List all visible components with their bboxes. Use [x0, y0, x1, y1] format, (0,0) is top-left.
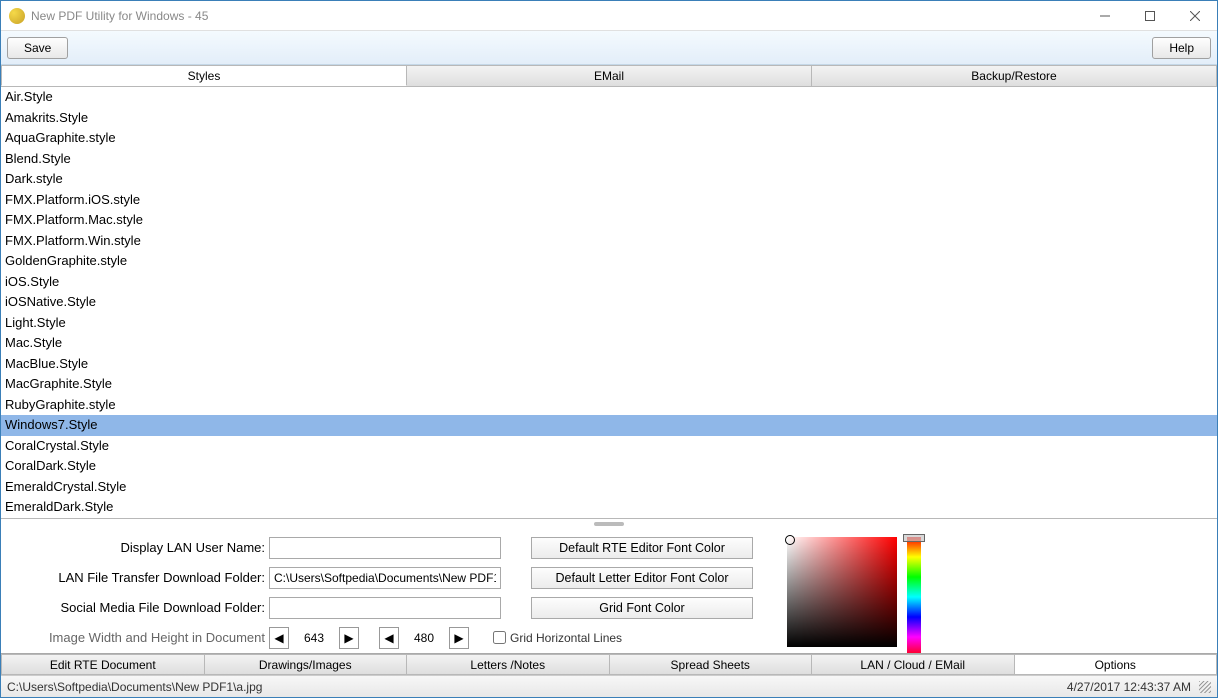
lan-folder-label: LAN File Transfer Download Folder: [7, 570, 269, 585]
image-dim-label: Image Width and Height in Document [7, 630, 269, 645]
height-increment[interactable]: ▶ [449, 627, 469, 649]
status-bar: C:\Users\Softpedia\Documents\New PDF1\a.… [1, 675, 1217, 697]
width-decrement[interactable]: ◀ [269, 627, 289, 649]
close-button[interactable] [1172, 1, 1217, 30]
style-row[interactable]: Air.Style [1, 87, 1217, 108]
style-row[interactable]: AquaGraphite.style [1, 128, 1217, 149]
width-stepper[interactable]: ◀ 643 ▶ [269, 627, 359, 649]
style-row[interactable]: Light.Style [1, 313, 1217, 334]
style-row[interactable]: Windows7.Style [1, 415, 1217, 436]
height-decrement[interactable]: ◀ [379, 627, 399, 649]
maximize-button[interactable] [1127, 1, 1172, 30]
tab-lan-cloud-email[interactable]: LAN / Cloud / EMail [812, 654, 1015, 675]
tab-email[interactable]: EMail [407, 65, 812, 86]
status-datetime: 4/27/2017 12:43:37 AM [1067, 680, 1191, 694]
style-row[interactable]: CoralCrystal.Style [1, 436, 1217, 457]
style-row[interactable]: FMX.Platform.iOS.style [1, 190, 1217, 211]
tab-letters-notes[interactable]: Letters /Notes [407, 654, 610, 675]
horizontal-splitter[interactable] [1, 519, 1217, 529]
width-value: 643 [289, 631, 339, 645]
letter-font-color-button[interactable]: Default Letter Editor Font Color [531, 567, 753, 589]
style-row[interactable]: MacBlue.Style [1, 354, 1217, 375]
style-row[interactable]: CoralDark.Style [1, 456, 1217, 477]
style-row[interactable]: Mac.Style [1, 333, 1217, 354]
style-row[interactable]: Blend.Style [1, 149, 1217, 170]
tab-options[interactable]: Options [1015, 654, 1218, 675]
color-hue-slider[interactable] [907, 537, 921, 654]
tab-spread-sheets[interactable]: Spread Sheets [610, 654, 813, 675]
window-title: New PDF Utility for Windows - 45 [31, 9, 1082, 23]
minimize-button[interactable] [1082, 1, 1127, 30]
color-picker[interactable] [787, 537, 947, 654]
grid-lines-checkbox[interactable] [493, 631, 506, 644]
hue-marker-icon [903, 534, 925, 542]
social-folder-label: Social Media File Download Folder: [7, 600, 269, 615]
style-row[interactable]: GoldenGraphite.style [1, 251, 1217, 272]
grid-lines-label: Grid Horizontal Lines [510, 631, 622, 645]
titlebar: New PDF Utility for Windows - 45 [1, 1, 1217, 31]
tab-drawings-images[interactable]: Drawings/Images [205, 654, 408, 675]
style-row[interactable]: iOS.Style [1, 272, 1217, 293]
width-increment[interactable]: ▶ [339, 627, 359, 649]
style-row[interactable]: RubyGraphite.style [1, 395, 1217, 416]
rte-font-color-button[interactable]: Default RTE Editor Font Color [531, 537, 753, 559]
lan-user-input[interactable] [269, 537, 501, 559]
save-button[interactable]: Save [7, 37, 68, 59]
main-toolbar: Save Help [1, 31, 1217, 65]
resize-grip-icon[interactable] [1199, 681, 1211, 693]
lan-folder-input[interactable] [269, 567, 501, 589]
tab-edit-rte[interactable]: Edit RTE Document [1, 654, 205, 675]
style-row[interactable]: MacGraphite.Style [1, 374, 1217, 395]
social-folder-input[interactable] [269, 597, 501, 619]
styles-list-container: Air.StyleAmakrits.StyleAquaGraphite.styl… [1, 87, 1217, 519]
help-button[interactable]: Help [1152, 37, 1211, 59]
options-tabbar: Styles EMail Backup/Restore [1, 65, 1217, 87]
color-ring-icon [785, 535, 795, 545]
style-row[interactable]: FMX.Platform.Mac.style [1, 210, 1217, 231]
status-path: C:\Users\Softpedia\Documents\New PDF1\a.… [7, 680, 262, 694]
styles-list[interactable]: Air.StyleAmakrits.StyleAquaGraphite.styl… [1, 87, 1217, 518]
style-row[interactable]: EmeraldDark.Style [1, 497, 1217, 518]
height-value: 480 [399, 631, 449, 645]
lan-user-label: Display LAN User Name: [7, 540, 269, 555]
height-stepper[interactable]: ◀ 480 ▶ [379, 627, 469, 649]
style-row[interactable]: Amakrits.Style [1, 108, 1217, 129]
style-row[interactable]: iOSNative.Style [1, 292, 1217, 313]
app-icon [9, 8, 25, 24]
settings-form: Display LAN User Name: Default RTE Edito… [1, 529, 1217, 654]
main-tabbar: Edit RTE Document Drawings/Images Letter… [1, 653, 1217, 675]
grid-font-color-button[interactable]: Grid Font Color [531, 597, 753, 619]
tab-styles[interactable]: Styles [1, 65, 407, 86]
style-row[interactable]: EmeraldCrystal.Style [1, 477, 1217, 498]
color-satval-area[interactable] [787, 537, 897, 647]
tab-backup-restore[interactable]: Backup/Restore [812, 65, 1217, 86]
style-row[interactable]: Dark.style [1, 169, 1217, 190]
style-row[interactable]: FMX.Platform.Win.style [1, 231, 1217, 252]
